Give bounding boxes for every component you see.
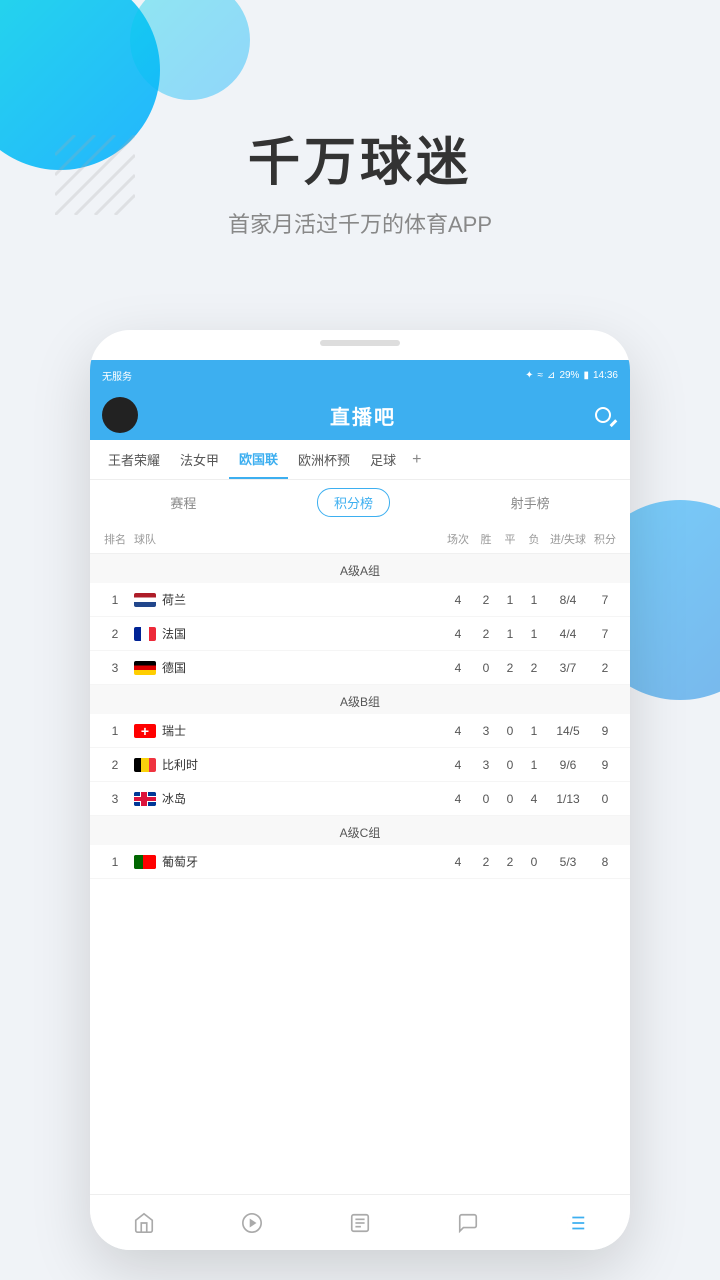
header-loss: 负	[522, 531, 546, 547]
flag-pt	[134, 855, 156, 869]
phone-notch	[320, 340, 400, 346]
list-icon	[564, 1211, 588, 1235]
chat-icon	[456, 1211, 480, 1235]
tab-wangzhe[interactable]: 王者荣耀	[98, 440, 170, 479]
table-header: 排名 球队 场次 胜 平 负 进/失球 积分	[90, 525, 630, 554]
bottom-nav-chat[interactable]	[414, 1195, 522, 1250]
tab-more[interactable]: +	[406, 440, 427, 479]
main-title: 千万球迷	[0, 120, 720, 195]
header-team: 球队	[130, 531, 442, 547]
tab-fanv[interactable]: 法女甲	[170, 440, 229, 479]
subtab-scorers[interactable]: 射手榜	[495, 489, 566, 516]
flag-fr	[134, 627, 156, 641]
bottom-nav-news[interactable]	[306, 1195, 414, 1250]
tab-euronl[interactable]: 欧国联	[229, 440, 288, 479]
table-row: 1 荷兰 4 2 1 1 8/4 7	[90, 583, 630, 617]
bottom-nav-home[interactable]	[90, 1195, 198, 1250]
table-row: 3 冰岛 4 0 0 4 1/13 0	[90, 782, 630, 816]
group-a-header: A级A组	[90, 554, 630, 583]
phone-inner: 无服务 ✦ ≈ ⊿ 29% ▮ 14:36 直播吧 王者荣耀 法女甲 欧国联 欧…	[90, 360, 630, 1250]
table-row: 1 瑞士 4 3 0 1 14/5 9	[90, 714, 630, 748]
status-bar: 无服务 ✦ ≈ ⊿ 29% ▮ 14:36	[90, 360, 630, 390]
header-goals: 进/失球	[546, 531, 590, 547]
app-title: 直播吧	[330, 401, 396, 430]
tab-football[interactable]: 足球	[360, 440, 406, 479]
phone-mockup: 无服务 ✦ ≈ ⊿ 29% ▮ 14:36 直播吧 王者荣耀 法女甲 欧国联 欧…	[90, 330, 630, 1250]
table-row: 2 比利时 4 3 0 1 9/6 9	[90, 748, 630, 782]
search-icon	[595, 407, 611, 423]
bottom-nav-list[interactable]	[522, 1195, 630, 1250]
header-rank: 排名	[100, 531, 130, 547]
table-row: 2 法国 4 2 1 1 4/4 7	[90, 617, 630, 651]
home-icon	[132, 1211, 156, 1235]
status-info: ✦ ≈ ⊿ 29% ▮ 14:36	[525, 370, 618, 381]
news-icon	[348, 1211, 372, 1235]
search-button[interactable]	[588, 400, 618, 430]
group-c-header: A级C组	[90, 816, 630, 845]
app-header: 直播吧	[90, 390, 630, 440]
header-win: 胜	[474, 531, 498, 547]
flag-nl	[134, 593, 156, 607]
table-row: 3 德国 4 0 2 2 3/7 2	[90, 651, 630, 685]
battery-text: 29%	[559, 370, 579, 381]
bottom-nav-play[interactable]	[198, 1195, 306, 1250]
subtab-standings[interactable]: 积分榜	[317, 488, 390, 517]
nav-tabs: 王者荣耀 法女甲 欧国联 欧洲杯预 足球 +	[90, 440, 630, 480]
tab-euro[interactable]: 欧洲杯预	[288, 440, 360, 479]
app-logo	[102, 397, 138, 433]
header-draw: 平	[498, 531, 522, 547]
flag-de	[134, 661, 156, 675]
header-games: 场次	[442, 531, 474, 547]
header-pts: 积分	[590, 531, 620, 547]
bluetooth-icon: ✦	[525, 370, 533, 381]
flag-is	[134, 792, 156, 806]
group-b-header: A级B组	[90, 685, 630, 714]
flag-be	[134, 758, 156, 772]
wifi-icon: ≈	[538, 370, 544, 381]
bottom-nav	[90, 1194, 630, 1250]
flag-ch	[134, 724, 156, 738]
subtab-schedule[interactable]: 赛程	[154, 489, 212, 516]
signal-icon: ⊿	[547, 370, 555, 381]
header-area: 千万球迷 首家月活过千万的体育APP	[0, 120, 720, 239]
battery-icon: ▮	[583, 370, 589, 381]
status-carrier: 无服务	[102, 368, 132, 383]
table-row: 1 葡萄牙 4 2 2 0 5/3 8	[90, 845, 630, 879]
sub-title: 首家月活过千万的体育APP	[0, 207, 720, 239]
sub-tabs: 赛程 积分榜 射手榜	[90, 480, 630, 525]
time: 14:36	[593, 370, 618, 381]
play-icon	[240, 1211, 264, 1235]
